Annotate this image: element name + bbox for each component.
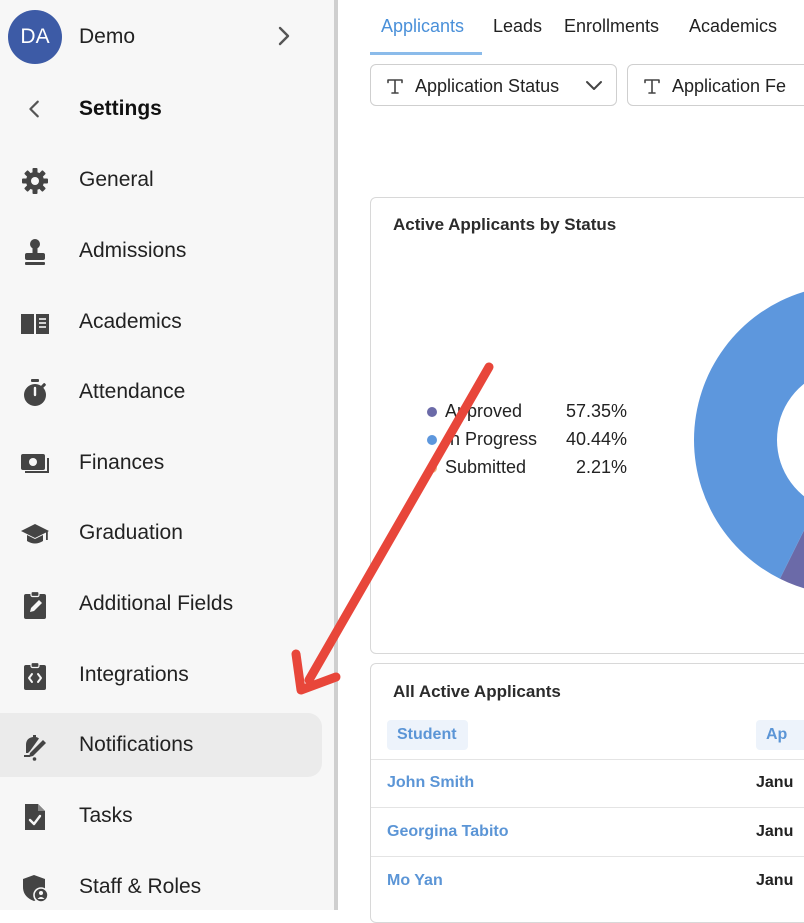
sidebar-item-additional-fields[interactable]: Additional Fields bbox=[0, 572, 322, 636]
book-icon bbox=[20, 308, 50, 338]
sidebar-item-label: Integrations bbox=[79, 663, 189, 686]
sidebar-item-label: Notifications bbox=[79, 733, 194, 756]
filter-label: Application Fe bbox=[672, 76, 787, 96]
bell-edit-icon bbox=[20, 731, 50, 761]
active-tab-indicator bbox=[370, 52, 482, 55]
sidebar-item-academics[interactable]: Academics bbox=[0, 290, 322, 354]
text-type-icon bbox=[644, 79, 660, 94]
sidebar-item-tasks[interactable]: Tasks bbox=[0, 784, 322, 848]
sidebar-item-staff-roles[interactable]: Staff & Roles bbox=[0, 855, 322, 919]
sidebar-item-admissions[interactable]: Admissions bbox=[0, 219, 322, 283]
filter-application-fee[interactable]: Application Fe bbox=[627, 64, 804, 106]
sidebar-item-attendance[interactable]: Attendance bbox=[0, 360, 322, 424]
date-cell: Janu bbox=[756, 872, 794, 889]
row-divider bbox=[371, 759, 804, 760]
status-chart-card: Active Applicants by Status Approved 57.3… bbox=[370, 197, 804, 654]
row-divider bbox=[371, 807, 804, 808]
sidebar-item-label: Academics bbox=[79, 310, 182, 333]
row-divider bbox=[371, 856, 804, 857]
sidebar-item-label: Finances bbox=[79, 451, 165, 474]
tab-leads[interactable]: Leads bbox=[493, 16, 542, 37]
sidebar-item-label: General bbox=[79, 168, 154, 191]
sidebar-divider bbox=[334, 0, 338, 910]
money-icon bbox=[20, 449, 50, 479]
chevron-down-icon bbox=[586, 81, 602, 90]
sidebar-item-label: Staff & Roles bbox=[79, 875, 202, 898]
sidebar-item-general[interactable]: General bbox=[0, 148, 322, 212]
chevron-left-icon[interactable] bbox=[24, 98, 46, 120]
sidebar-item-label: Tasks bbox=[79, 804, 133, 827]
date-cell: Janu bbox=[756, 774, 794, 791]
sidebar-item-label: Graduation bbox=[79, 521, 183, 544]
gear-icon bbox=[20, 166, 50, 196]
date-cell: Janu bbox=[756, 823, 794, 840]
table-title: All Active Applicants bbox=[393, 682, 561, 701]
clipboard-code-icon bbox=[20, 661, 50, 691]
donut-slice-in-progress[interactable] bbox=[694, 286, 804, 579]
donut-chart bbox=[694, 286, 804, 589]
sidebar-item-finances[interactable]: Finances bbox=[0, 431, 322, 495]
sidebar-item-integrations[interactable]: Integrations bbox=[0, 643, 322, 707]
student-link[interactable]: John Smith bbox=[387, 774, 474, 792]
sidebar-item-label: Additional Fields bbox=[79, 592, 234, 615]
shield-user-icon bbox=[20, 873, 50, 903]
stopwatch-icon bbox=[20, 378, 50, 408]
stamp-icon bbox=[20, 237, 50, 267]
sidebar-item-notifications[interactable]: Notifications bbox=[0, 713, 322, 777]
clipboard-edit-icon bbox=[20, 590, 50, 620]
avatar[interactable]: DA bbox=[8, 10, 62, 64]
graduation-cap-icon bbox=[20, 519, 50, 549]
sidebar-item-graduation[interactable]: Graduation bbox=[0, 501, 322, 565]
student-link[interactable]: Mo Yan bbox=[387, 872, 443, 890]
student-link[interactable]: Georgina Tabito bbox=[387, 823, 508, 841]
tab-academics[interactable]: Academics bbox=[689, 16, 777, 37]
tab-enrollments[interactable]: Enrollments bbox=[564, 16, 659, 37]
column-header-student[interactable]: Student bbox=[387, 720, 468, 750]
column-header-application-date[interactable]: Ap bbox=[756, 720, 804, 750]
chevron-right-icon[interactable] bbox=[272, 24, 296, 48]
filter-application-status[interactable]: Application Status bbox=[370, 64, 617, 106]
file-check-icon bbox=[20, 802, 50, 832]
sidebar-item-label: Admissions bbox=[79, 239, 187, 262]
filter-label: Application Status bbox=[415, 76, 560, 96]
sidebar: DA Demo Settings General Admissions Acad… bbox=[0, 0, 334, 910]
settings-title: Settings bbox=[79, 97, 162, 120]
user-name: Demo bbox=[79, 25, 136, 48]
tab-applicants[interactable]: Applicants bbox=[381, 16, 464, 37]
text-type-icon bbox=[387, 79, 403, 94]
back-to-menu[interactable]: Settings bbox=[0, 80, 334, 140]
sidebar-item-label: Attendance bbox=[79, 380, 186, 403]
user-menu[interactable]: DA Demo bbox=[0, 0, 334, 72]
